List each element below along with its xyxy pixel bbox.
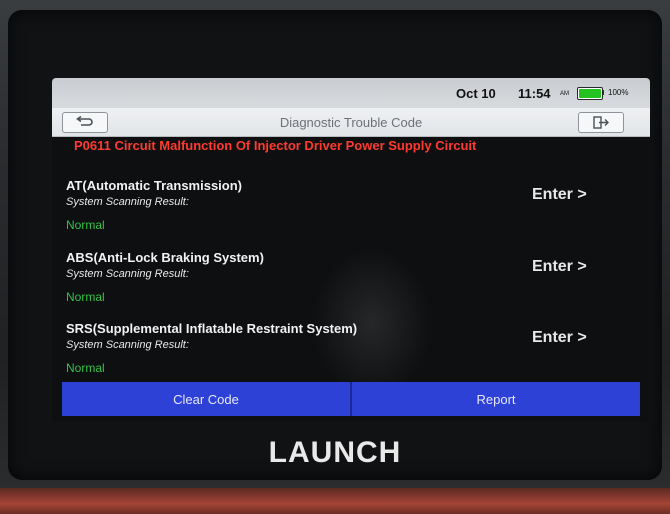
exit-icon <box>593 116 609 129</box>
system-name: SRS(Supplemental Inflatable Restraint Sy… <box>66 321 358 336</box>
brand-logo: LAUNCH <box>268 436 402 469</box>
scan-result-status: Normal <box>66 218 105 232</box>
enter-button-abs[interactable]: Enter > <box>532 258 587 276</box>
action-bar: Clear Code Report <box>62 382 640 416</box>
dtc-description: P0611 Circuit Malfunction Of Injector Dr… <box>74 138 477 153</box>
system-row-at: AT(Automatic Transmission) System Scanni… <box>52 178 650 250</box>
exit-button[interactable] <box>578 112 624 133</box>
enter-button-at[interactable]: Enter > <box>532 186 587 204</box>
screen: Oct 10 11:54 AM 100% Diagnostic Trouble … <box>52 78 650 422</box>
battery-percent: 100% <box>608 88 629 97</box>
report-button[interactable]: Report <box>350 382 640 416</box>
battery-tip <box>602 90 604 95</box>
scan-result-status: Normal <box>66 361 105 375</box>
scan-result-label: System Scanning Result: <box>66 268 189 280</box>
status-time: 11:54 <box>518 86 551 101</box>
title-bar: Diagnostic Trouble Code <box>52 108 650 137</box>
system-name: AT(Automatic Transmission) <box>66 178 243 193</box>
scan-result-label: System Scanning Result: <box>66 339 189 351</box>
status-bar: Oct 10 11:54 AM 100% <box>52 78 650 108</box>
battery-icon <box>577 87 603 100</box>
status-ampm: AM <box>560 91 569 97</box>
battery-level-fill <box>579 89 601 98</box>
page-title: Diagnostic Trouble Code <box>279 115 423 130</box>
scan-result-status: Normal <box>66 290 105 304</box>
scan-result-label: System Scanning Result: <box>66 196 189 208</box>
device-bottom-edge <box>0 488 670 514</box>
clear-code-button[interactable]: Clear Code <box>62 382 350 416</box>
enter-button-srs[interactable]: Enter > <box>532 329 587 347</box>
status-date: Oct 10 <box>456 86 496 101</box>
system-name: ABS(Anti-Lock Braking System) <box>66 250 264 265</box>
system-row-abs: ABS(Anti-Lock Braking System) System Sca… <box>52 250 650 322</box>
